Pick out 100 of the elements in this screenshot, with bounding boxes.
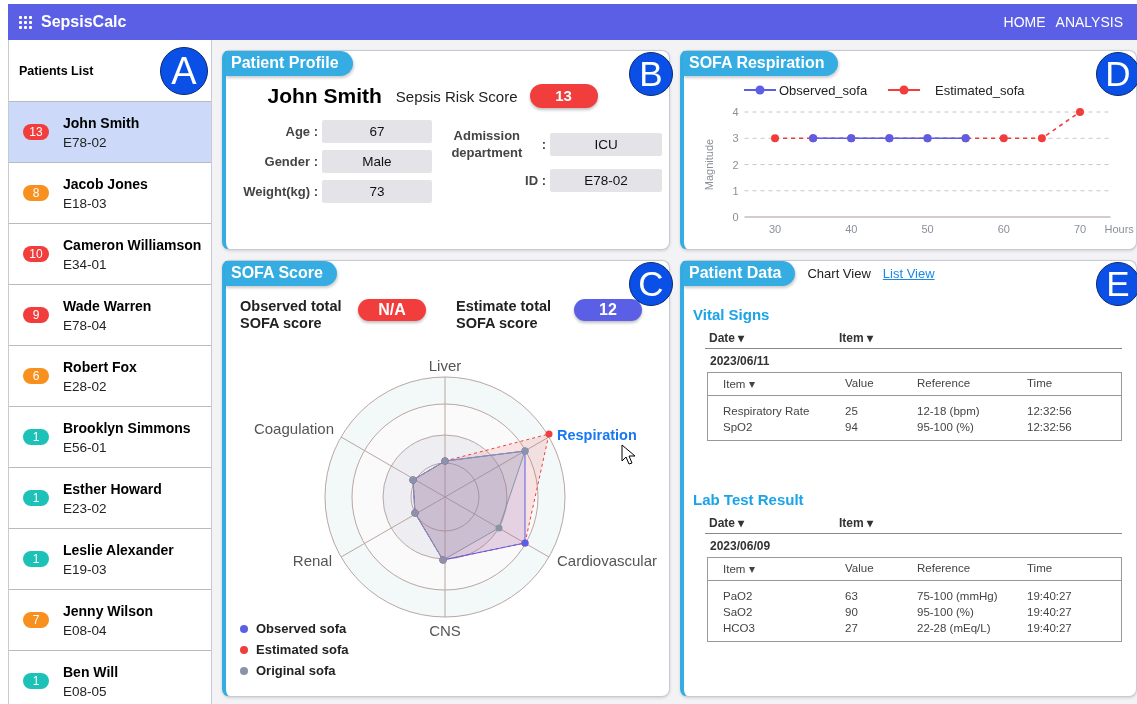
field-value: E78-02 <box>550 169 662 192</box>
patient-item[interactable]: 7 Jenny Wilson E08-04 <box>9 590 211 651</box>
score-badge: 1 <box>23 673 49 689</box>
tick-label: 0 <box>732 211 739 223</box>
score-badge: 10 <box>23 246 49 262</box>
field-value: 67 <box>322 120 432 143</box>
table-cell-text: 19:40:27 <box>1027 589 1073 604</box>
patient-id: E23-02 <box>63 500 108 516</box>
column-header: Item ▾ <box>723 562 756 576</box>
total-label: Observed total SOFA score <box>240 298 343 332</box>
date-heading: 2023/06/09 <box>710 539 772 553</box>
filter-dropdown[interactable]: Date ▾ <box>709 331 839 345</box>
radar-point <box>545 430 553 438</box>
tick-label: 50 <box>921 223 934 235</box>
field-label: Gender : <box>264 154 318 169</box>
table-cell-text: 95-100 (%) <box>917 420 975 435</box>
cursor-icon <box>621 444 636 465</box>
axis-label: Coagulation <box>253 420 334 437</box>
score-badge: 9 <box>23 307 49 323</box>
patient-name: Leslie Alexander <box>63 541 174 558</box>
app-title: SepsisCalc <box>41 13 127 31</box>
marker-badge: C <box>629 262 673 306</box>
panel-title: Patient Data <box>683 261 796 286</box>
data-point <box>1037 134 1046 143</box>
table-cell-text: 12:32:56 <box>1027 420 1073 435</box>
legend-line-icon <box>743 85 777 95</box>
patient-item[interactable]: 8 Jacob Jones E18-03 <box>9 163 211 224</box>
table-cell-text: SaO2 <box>723 605 754 620</box>
table-cell-text: 95-100 (%) <box>917 605 975 620</box>
table-cell-text: 27 <box>845 621 859 636</box>
app-grid-icon[interactable] <box>18 15 32 29</box>
tick-label: 40 <box>845 223 858 235</box>
patient-item[interactable]: 6 Robert Fox E28-02 <box>9 346 211 407</box>
axis-label: CNS <box>429 622 461 639</box>
total-score-badge: 12 <box>574 299 642 321</box>
tick-label: 4 <box>732 106 739 118</box>
table-cell-text: HCO3 <box>723 621 756 636</box>
axis-label: Liver <box>428 357 462 374</box>
score-badge: 1 <box>23 490 49 506</box>
column-header: Value <box>845 562 875 576</box>
field-value: 73 <box>322 180 432 203</box>
tick-label: 2 <box>732 158 739 171</box>
patient-id: E08-04 <box>63 622 108 638</box>
column-header: Item ▾ <box>723 377 756 391</box>
field-label: ID : <box>525 173 546 188</box>
patient-id: E56-01 <box>63 439 108 455</box>
field-label: Admission department <box>450 127 524 161</box>
date-heading: 2023/06/11 <box>710 354 771 368</box>
patient-item[interactable]: 9 Wade Warren E78-04 <box>9 285 211 346</box>
section-title: Vital Signs <box>693 306 771 323</box>
patient-id: E19-03 <box>63 561 108 577</box>
table-cell-text: 90 <box>845 605 859 620</box>
table-cell-text: 12:32:56 <box>1027 404 1073 419</box>
filter-dropdown[interactable]: Item ▾ <box>839 331 969 345</box>
panel-title: Patient Profile <box>225 51 353 76</box>
nav-link[interactable]: HOME <box>1003 14 1046 30</box>
patient-name: Wade Warren <box>63 297 152 314</box>
column-header: Value <box>845 377 875 391</box>
score-badge: 13 <box>23 124 49 140</box>
patient-name: Esther Howard <box>63 480 162 497</box>
column-header: Time <box>1027 562 1054 576</box>
panel-title: SOFA Respiration <box>683 51 839 76</box>
legend-label: Estimated sofa <box>256 642 349 657</box>
table-cell-text: PaO2 <box>723 589 754 604</box>
tick-label: 3 <box>732 132 739 145</box>
patient-item[interactable]: 10 Cameron Williamson E34-01 <box>9 224 211 285</box>
patient-name: Brooklyn Simmons <box>63 419 191 436</box>
patient-name: John Smith <box>267 84 382 108</box>
patient-id: E78-04 <box>63 317 108 333</box>
table-cell-text: 19:40:27 <box>1027 621 1073 636</box>
patient-item[interactable]: 13 John Smith E78-02 <box>9 102 211 163</box>
legend-label: Observed sofa <box>256 621 347 636</box>
filter-dropdown[interactable]: Item ▾ <box>839 516 969 530</box>
score-badge: 1 <box>23 551 49 567</box>
patient-name: Ben Will <box>63 663 119 680</box>
legend-label: Estimated_sofa <box>935 83 1025 98</box>
table-cell-text: 63 <box>845 589 859 604</box>
tick-label: 1 <box>732 184 739 197</box>
view-tab[interactable]: List View <box>882 266 935 281</box>
nav-link[interactable]: ANALYSIS <box>1055 14 1123 30</box>
legend-label: Observed_sofa <box>779 83 868 98</box>
patient-item[interactable]: 1 Leslie Alexander E19-03 <box>9 529 211 590</box>
field-colon: : <box>541 136 546 152</box>
patient-name: Robert Fox <box>63 358 137 375</box>
patient-item[interactable]: 1 Ben Will E08-05 <box>9 651 211 704</box>
patient-id: E78-02 <box>63 134 108 150</box>
marker-badge: B <box>629 52 673 96</box>
view-tab[interactable]: Chart View <box>807 266 871 281</box>
risk-score-badge: 13 <box>529 84 598 108</box>
total-score-badge: N/A <box>358 299 426 321</box>
patient-item[interactable]: 1 Esther Howard E23-02 <box>9 468 211 529</box>
column-header: Reference <box>917 562 972 576</box>
data-point <box>771 134 779 143</box>
legend-line-icon <box>887 85 921 95</box>
legend-label: Original sofa <box>256 663 336 678</box>
patient-id: E34-01 <box>63 256 108 272</box>
filter-dropdown[interactable]: Date ▾ <box>709 516 839 530</box>
axis-title: Hours <box>1104 223 1134 235</box>
marker-badge: E <box>1096 262 1137 306</box>
patient-item[interactable]: 1 Brooklyn Simmons E56-01 <box>9 407 211 468</box>
